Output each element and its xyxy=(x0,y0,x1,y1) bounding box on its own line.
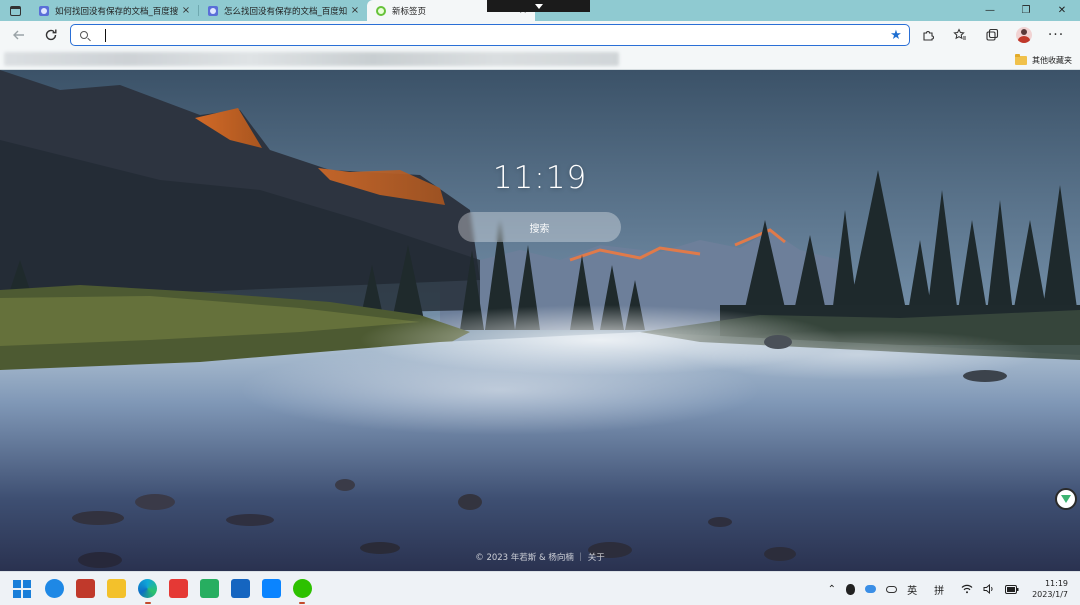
extensions-button[interactable] xyxy=(912,21,944,49)
search-icon xyxy=(71,31,97,39)
collections-icon xyxy=(986,28,999,41)
running-indicator xyxy=(145,602,151,604)
newtab-search-box[interactable]: 搜索 xyxy=(458,212,621,242)
newtab-footer[interactable]: © 2023 年若斯 & 杨向楠 ｜ 关于 xyxy=(0,551,1080,563)
running-indicator xyxy=(299,602,305,604)
file-explorer-icon[interactable] xyxy=(107,579,126,598)
chevron-down-icon xyxy=(534,3,543,9)
back-arrow-icon xyxy=(13,30,24,40)
tab-actions-button[interactable] xyxy=(0,0,30,21)
tab-title: 怎么找回没有保存的文档_百度知 xyxy=(224,6,348,17)
onedrive-icon[interactable] xyxy=(881,585,902,593)
newtab-favicon-icon xyxy=(376,5,386,16)
collections-button[interactable] xyxy=(976,21,1008,49)
edge-icon[interactable] xyxy=(138,579,157,598)
favorites-bar: 其他收藏夹 xyxy=(0,49,1080,70)
battery-icon[interactable] xyxy=(1000,584,1024,594)
feedback-button[interactable] xyxy=(1055,488,1077,510)
folder-label: 其他收藏夹 xyxy=(1032,55,1072,65)
other-favorites-folder[interactable]: 其他收藏夹 xyxy=(1015,53,1072,67)
system-tray: ⌃ 英 拼 11:19 2023/1/7 xyxy=(823,572,1080,605)
tab-strip: 如何找回没有保存的文档_百度搜 × 怎么找回没有保存的文档_百度知 × 新标签页… xyxy=(0,0,1080,21)
feedback-icon xyxy=(1061,495,1071,503)
screen-dropdown-handle[interactable] xyxy=(487,0,590,12)
window-controls: — ❐ ✕ xyxy=(972,0,1080,21)
tab-2[interactable]: 怎么找回没有保存的文档_百度知 × xyxy=(199,0,367,21)
address-bar[interactable]: ★ xyxy=(70,24,910,46)
newtab-clock: 11:19 xyxy=(492,160,588,196)
wallpaper-image xyxy=(0,70,1080,571)
more-icon: ··· xyxy=(1047,27,1065,43)
baidu-favicon-icon xyxy=(39,5,49,16)
tencent-meeting-icon[interactable] xyxy=(231,579,250,598)
ime-mode[interactable]: 拼 xyxy=(922,582,949,597)
newtab-page: 11:19 搜索 © 2023 年若斯 & 杨向楠 ｜ 关于 xyxy=(0,70,1080,571)
tray-date: 2023/1/7 xyxy=(1032,590,1068,599)
profile-button[interactable] xyxy=(1008,21,1040,49)
folder-icon xyxy=(1015,53,1027,65)
toolbar-actions: ··· xyxy=(912,21,1072,49)
notes-app-icon[interactable] xyxy=(200,579,219,598)
baidu-favicon-icon xyxy=(208,5,218,16)
minimize-button[interactable]: — xyxy=(972,0,1008,21)
volume-icon[interactable] xyxy=(978,584,1000,594)
lark-icon[interactable] xyxy=(262,579,281,598)
restore-button[interactable]: ❐ xyxy=(1008,0,1044,21)
browser-toolbar: ★ ··· xyxy=(0,21,1080,49)
qq-icon[interactable] xyxy=(841,583,860,595)
tab-title: 如何找回没有保存的文档_百度搜 xyxy=(55,6,179,17)
wechat-icon[interactable] xyxy=(293,579,312,598)
profile-avatar xyxy=(1016,27,1032,43)
close-window-button[interactable]: ✕ xyxy=(1044,0,1080,21)
address-input[interactable] xyxy=(106,26,883,44)
refresh-icon xyxy=(45,29,57,41)
tab-1[interactable]: 如何找回没有保存的文档_百度搜 × xyxy=(30,0,198,21)
windows-taskbar: ⌃ 英 拼 11:19 2023/1/7 xyxy=(0,571,1080,605)
help-icon[interactable] xyxy=(45,579,64,598)
wps-icon[interactable] xyxy=(169,579,188,598)
favorite-star-icon[interactable]: ★ xyxy=(883,28,909,43)
windows-start-icon[interactable] xyxy=(13,580,31,598)
access-app-icon[interactable] xyxy=(76,579,95,598)
clock-area[interactable]: 11:19 2023/1/7 xyxy=(1024,578,1080,600)
favorites-button[interactable] xyxy=(944,21,976,49)
back-button[interactable] xyxy=(3,21,35,49)
extensions-icon xyxy=(923,31,934,41)
tab-close-icon[interactable]: × xyxy=(349,5,361,16)
tray-time: 11:19 xyxy=(1044,579,1068,588)
tab-close-icon[interactable]: × xyxy=(180,5,192,16)
wifi-icon[interactable] xyxy=(949,584,978,594)
refresh-button[interactable] xyxy=(35,21,67,49)
tab-actions-icon xyxy=(9,5,21,16)
search-placeholder: 搜索 xyxy=(529,223,550,235)
favorites-items-blurred xyxy=(4,52,619,66)
ime-language[interactable]: 英 xyxy=(902,582,922,597)
more-button[interactable]: ··· xyxy=(1040,21,1072,49)
favorites-icon xyxy=(953,28,966,40)
baidu-netdisk-icon[interactable] xyxy=(860,585,881,593)
tray-overflow-icon[interactable]: ⌃ xyxy=(823,584,841,595)
